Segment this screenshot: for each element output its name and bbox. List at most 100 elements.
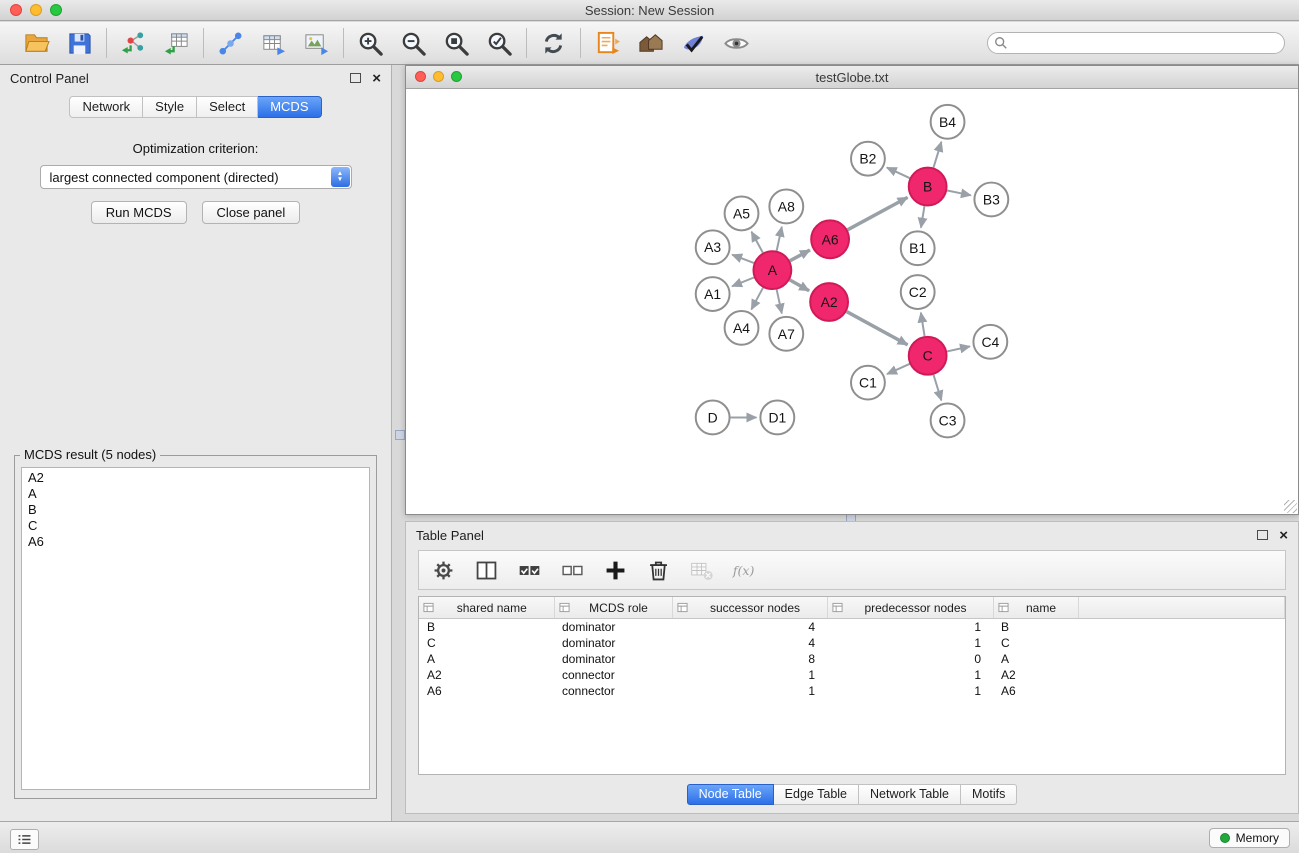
zoom-out-icon[interactable] — [398, 28, 429, 59]
tab-network[interactable]: Network — [69, 96, 143, 118]
float-panel-icon[interactable] — [350, 73, 361, 83]
table-row[interactable]: A2connector11A2 — [419, 667, 1285, 683]
network-canvas[interactable]: B4B2BB3A8A5A6A3B1AC2A1A2A4A7C4CC1DD1C3 — [406, 89, 1298, 514]
close-panel-icon[interactable]: × — [372, 71, 381, 86]
float-table-panel-icon[interactable] — [1257, 530, 1268, 540]
refresh-layout-icon[interactable] — [538, 28, 569, 59]
zoom-selected-icon[interactable] — [484, 28, 515, 59]
result-item[interactable]: B — [22, 502, 369, 518]
graph-edge-B-B2[interactable] — [887, 168, 910, 179]
tab-network-table[interactable]: Network Table — [859, 784, 961, 805]
column-settings-icon[interactable] — [429, 556, 457, 584]
delete-row-icon[interactable] — [644, 556, 672, 584]
open-file-icon[interactable] — [21, 28, 52, 59]
table-cell: B — [419, 619, 554, 636]
graph-edge-C-C1[interactable] — [887, 364, 909, 374]
graph-edge-A-A7[interactable] — [777, 290, 782, 314]
network-zoom-button[interactable] — [451, 71, 462, 82]
zoom-window-button[interactable] — [50, 4, 62, 16]
export-network-icon[interactable] — [215, 28, 246, 59]
toggle-visibility-icon[interactable] — [721, 28, 752, 59]
table-panel-header: Table Panel × — [406, 522, 1298, 548]
close-panel-button[interactable]: Close panel — [202, 201, 301, 224]
graph-edge-B-B4[interactable] — [934, 142, 942, 168]
table-row[interactable]: A6connector11A6 — [419, 683, 1285, 699]
column-header-shared-name[interactable]: shared name — [419, 597, 554, 619]
column-header-mcds-role[interactable]: MCDS role — [554, 597, 672, 619]
delete-table-icon[interactable] — [687, 556, 715, 584]
graph-edge-A-A1[interactable] — [732, 278, 754, 287]
select-all-icon[interactable] — [515, 556, 543, 584]
zoom-in-icon[interactable] — [355, 28, 386, 59]
network-close-button[interactable] — [415, 71, 426, 82]
task-history-button[interactable] — [10, 829, 39, 850]
graph-node-label-C: C — [923, 348, 933, 364]
graph-edge-B-B1[interactable] — [921, 206, 924, 227]
column-edit-icon[interactable] — [423, 602, 434, 613]
table-row[interactable]: Bdominator41B — [419, 619, 1285, 636]
graph-edge-A6-B[interactable] — [848, 197, 908, 229]
graph-edge-A-A4[interactable] — [751, 288, 763, 310]
column-header-name[interactable]: name — [993, 597, 1078, 619]
graph-edge-A-A8[interactable] — [777, 227, 782, 251]
tab-select[interactable]: Select — [197, 96, 258, 118]
graph-edge-C-C3[interactable] — [934, 375, 942, 401]
tab-edge-table[interactable]: Edge Table — [774, 784, 859, 805]
graph-edge-A-A2[interactable] — [790, 280, 809, 291]
result-item[interactable]: A6 — [22, 534, 369, 550]
table-panel-title: Table Panel — [416, 528, 484, 543]
main-toolbar — [0, 22, 1299, 65]
tab-style[interactable]: Style — [143, 96, 197, 118]
network-minimize-button[interactable] — [433, 71, 444, 82]
tab-mcds[interactable]: MCDS — [258, 96, 321, 118]
save-session-icon[interactable] — [64, 28, 95, 59]
column-edit-icon[interactable] — [559, 602, 570, 613]
column-edit-icon[interactable] — [998, 602, 1009, 613]
mcds-result-list[interactable]: A2ABCA6 — [21, 467, 370, 790]
tab-motifs[interactable]: Motifs — [961, 784, 1017, 805]
graph-edge-A-A3[interactable] — [732, 255, 754, 263]
run-mcds-button[interactable]: Run MCDS — [91, 201, 187, 224]
graph-edge-A-A5[interactable] — [751, 232, 762, 253]
memory-label: Memory — [1236, 831, 1279, 845]
close-window-button[interactable] — [10, 4, 22, 16]
add-row-icon[interactable] — [601, 556, 629, 584]
result-item[interactable]: C — [22, 518, 369, 534]
import-table-icon[interactable] — [161, 28, 192, 59]
memory-button[interactable]: Memory — [1209, 828, 1290, 848]
column-header-predecessor-nodes[interactable]: predecessor nodes — [827, 597, 993, 619]
import-network-icon[interactable] — [118, 28, 149, 59]
function-builder-icon[interactable]: f(x) — [730, 556, 758, 584]
close-table-panel-icon[interactable]: × — [1279, 528, 1288, 543]
result-item[interactable]: A2 — [22, 470, 369, 486]
graph-svg[interactable]: B4B2BB3A8A5A6A3B1AC2A1A2A4A7C4CC1DD1C3 — [406, 89, 1298, 514]
export-image-icon[interactable] — [301, 28, 332, 59]
result-item[interactable]: A — [22, 486, 369, 502]
vertical-splitter-handle[interactable] — [395, 430, 405, 440]
table-row[interactable]: Adominator80A — [419, 651, 1285, 667]
validate-network-icon[interactable] — [678, 28, 709, 59]
manage-networks-icon[interactable] — [592, 28, 623, 59]
toolbar-group — [344, 28, 526, 59]
column-edit-icon[interactable] — [832, 602, 843, 613]
network-overview-icon[interactable] — [635, 28, 666, 59]
column-edit-icon[interactable] — [677, 602, 688, 613]
graph-edge-B-B3[interactable] — [947, 191, 971, 196]
resize-grip[interactable] — [1284, 500, 1297, 513]
graph-node-label-A1: A1 — [704, 286, 721, 302]
graph-edge-A-A6[interactable] — [790, 250, 810, 261]
combo-stepper-icon[interactable]: ▲ ▼ — [331, 167, 350, 187]
deselect-all-icon[interactable] — [558, 556, 586, 584]
zoom-fit-icon[interactable] — [441, 28, 472, 59]
table-row[interactable]: Cdominator41C — [419, 635, 1285, 651]
export-table-icon[interactable] — [258, 28, 289, 59]
graph-edge-A2-C[interactable] — [847, 312, 908, 345]
search-input[interactable] — [987, 32, 1285, 54]
graph-edge-C-C2[interactable] — [921, 313, 925, 336]
tab-node-table[interactable]: Node Table — [687, 784, 774, 805]
graph-edge-C-C4[interactable] — [947, 346, 970, 351]
minimize-window-button[interactable] — [30, 4, 42, 16]
column-header-successor-nodes[interactable]: successor nodes — [672, 597, 827, 619]
criterion-select[interactable]: largest connected component (directed) ▲… — [40, 165, 352, 189]
column-layout-icon[interactable] — [472, 556, 500, 584]
